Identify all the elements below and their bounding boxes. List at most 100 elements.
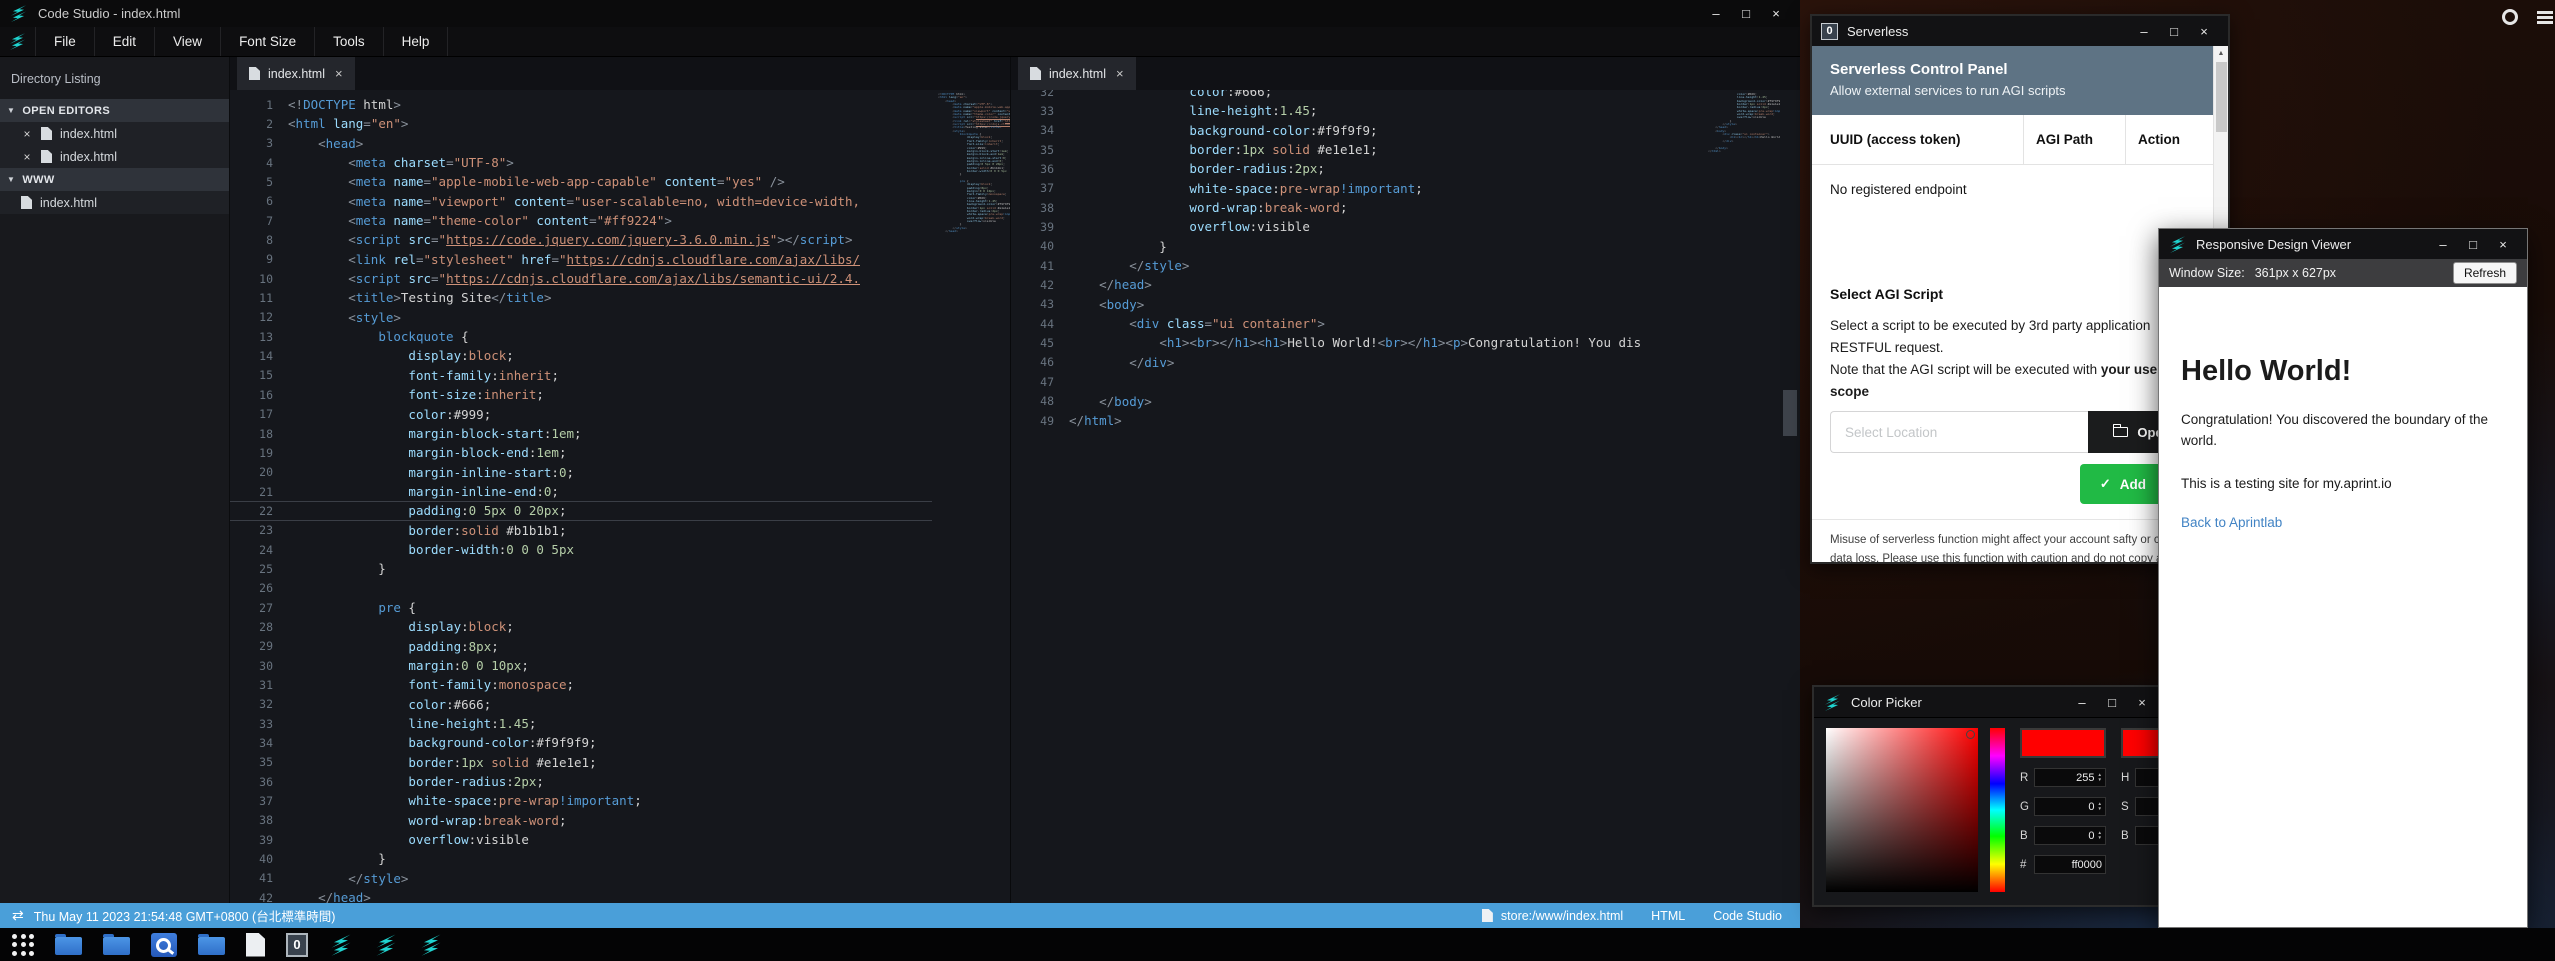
code-line[interactable]: 11 <title>Testing Site</title> (230, 288, 932, 307)
hex-field[interactable]: #ff0000 (2020, 855, 2106, 874)
code-line[interactable]: 46 </div> (1011, 353, 1702, 372)
code-line[interactable]: 49</html> (1011, 411, 1702, 430)
folder-icon[interactable] (198, 937, 225, 955)
code-line[interactable]: 39 overflow:visible (230, 830, 932, 849)
maximize-icon[interactable]: □ (2458, 237, 2488, 252)
code-line[interactable]: 38 word-wrap:break-word; (230, 811, 932, 830)
hue-slider[interactable] (1990, 728, 2005, 892)
code-line[interactable]: 3 <head> (230, 134, 932, 153)
minimap[interactable]: color:#666; line-height:1.45; background… (1702, 90, 1780, 903)
g-stepper[interactable]: G0▲▼ (2020, 797, 2106, 816)
sidebar-item-index-html[interactable]: ×index.html (0, 145, 229, 168)
status-language[interactable]: HTML (1651, 909, 1685, 923)
code-line[interactable]: 1<!DOCTYPE html> (230, 95, 932, 114)
sidebar-item-index-html[interactable]: ×index.html (0, 122, 229, 145)
tab-close-icon[interactable]: × (1116, 66, 1124, 81)
code-line[interactable]: 30 margin:0 0 10px; (230, 656, 932, 675)
sidebar-item-index-html[interactable]: index.html (0, 191, 229, 214)
tab-index-html[interactable]: index.html × (1018, 57, 1136, 90)
menu-tools[interactable]: Tools (315, 27, 384, 56)
code-line[interactable]: 41 </style> (1011, 256, 1702, 275)
hamburger-menu-icon[interactable] (2537, 11, 2553, 24)
menu-font-size[interactable]: Font Size (221, 27, 315, 56)
spinner-icon[interactable]: ▲▼ (2098, 773, 2102, 782)
folder-icon[interactable] (103, 937, 130, 955)
scrollbar-thumb[interactable] (2216, 62, 2227, 132)
close-icon[interactable]: × (2189, 24, 2219, 39)
code-line[interactable]: 28 display:block; (230, 617, 932, 636)
code-line[interactable]: 12 <style> (230, 308, 932, 327)
media-player-icon[interactable] (151, 933, 177, 957)
close-icon[interactable]: × (21, 127, 33, 141)
code-line[interactable]: 41 </style> (230, 869, 932, 888)
code-line[interactable]: 13 blockquote { (230, 327, 932, 346)
loader-circle-icon[interactable] (2502, 9, 2518, 25)
code-line[interactable]: 24 border-width:0 0 0 5px (230, 540, 932, 559)
maximize-icon[interactable]: □ (2159, 24, 2189, 39)
code-line[interactable]: 29 padding:8px; (230, 637, 932, 656)
code-line[interactable]: 42 </head> (1011, 275, 1702, 294)
code-line[interactable]: 48 </body> (1011, 392, 1702, 411)
code-line[interactable]: 23 border:solid #b1b1b1; (230, 521, 932, 540)
spinner-icon[interactable]: ▲▼ (2098, 802, 2102, 811)
code-line[interactable]: 47 (1011, 372, 1702, 391)
menu-view[interactable]: View (155, 27, 221, 56)
menu-edit[interactable]: Edit (95, 27, 155, 56)
minimize-icon[interactable]: – (2129, 24, 2159, 39)
code-line[interactable]: 36 border-radius:2px; (230, 772, 932, 791)
tab-index-html[interactable]: index.html × (237, 57, 355, 90)
code-line[interactable]: 38 word-wrap:break-word; (1011, 198, 1702, 217)
text-file-icon[interactable] (246, 933, 265, 957)
close-icon[interactable]: × (2127, 695, 2157, 710)
scrollbar[interactable] (1780, 90, 1800, 903)
saturation-gradient[interactable] (1826, 728, 1978, 892)
sidebar-section-www[interactable]: ▼WWW (0, 168, 229, 191)
code-studio-icon[interactable] (374, 933, 398, 957)
code-line[interactable]: 9 <link rel="stylesheet" href="https://c… (230, 250, 932, 269)
code-line[interactable]: 2<html lang="en"> (230, 114, 932, 133)
code-line[interactable]: 25 } (230, 559, 932, 578)
minimize-icon[interactable]: – (1701, 6, 1731, 21)
color-swatch[interactable] (2020, 728, 2106, 758)
code-line[interactable]: 32 color:#666; (1011, 90, 1702, 101)
gradient-marker[interactable] (1966, 730, 1975, 739)
code-line[interactable]: 42 </head> (230, 888, 932, 903)
code-editor[interactable]: 32 color:#666;33 line-height:1.45;34 bac… (1011, 90, 1702, 903)
minimize-icon[interactable]: – (2067, 695, 2097, 710)
close-icon[interactable]: × (1761, 6, 1791, 21)
code-line[interactable]: 44 <div class="ui container"> (1011, 314, 1702, 333)
sync-icon[interactable]: ⇄ (12, 907, 24, 924)
code-line[interactable]: 4 <meta charset="UTF-8"> (230, 153, 932, 172)
code-editor[interactable]: 1<!DOCTYPE html>2<html lang="en">3 <head… (230, 90, 932, 903)
code-line[interactable]: 36 border-radius:2px; (1011, 159, 1702, 178)
maximize-icon[interactable]: □ (2097, 695, 2127, 710)
code-line[interactable]: 39 overflow:visible (1011, 217, 1702, 236)
menu-file[interactable]: File (36, 27, 95, 56)
minimize-icon[interactable]: – (2428, 237, 2458, 252)
code-line[interactable]: 5 <meta name="apple-mobile-web-app-capab… (230, 172, 932, 191)
scrollbar-thumb[interactable] (1783, 390, 1797, 436)
tab-close-icon[interactable]: × (335, 66, 343, 81)
sidebar-section-open-editors[interactable]: ▼OPEN EDITORS (0, 99, 229, 122)
folder-icon[interactable] (55, 937, 82, 955)
code-line[interactable]: 33 line-height:1.45; (1011, 101, 1702, 120)
status-file-path[interactable]: store:/www/index.html (1501, 909, 1623, 923)
code-line[interactable]: 40 } (230, 849, 932, 868)
code-line[interactable]: 16 font-size:inherit; (230, 385, 932, 404)
code-line[interactable]: 26 (230, 579, 932, 598)
code-line[interactable]: 43 <body> (1011, 295, 1702, 314)
code-line[interactable]: 45 <h1><br></h1><h1>Hello World!<br></h1… (1011, 333, 1702, 352)
spinner-icon[interactable]: ▲▼ (2098, 831, 2102, 840)
code-studio-icon[interactable] (419, 933, 443, 957)
code-line[interactable]: 21 margin-inline-end:0; (230, 482, 932, 501)
code-line[interactable]: 19 margin-block-end:1em; (230, 443, 932, 462)
apps-grid-icon[interactable] (12, 934, 34, 956)
code-line[interactable]: 15 font-family:inherit; (230, 366, 932, 385)
code-line[interactable]: 10 <script src="https://cdnjs.cloudflare… (230, 269, 932, 288)
code-line[interactable]: 34 background-color:#f9f9f9; (230, 733, 932, 752)
code-line[interactable]: 8 <script src="https://code.jquery.com/j… (230, 230, 932, 249)
code-studio-icon[interactable] (329, 933, 353, 957)
code-line[interactable]: 35 border:1px solid #e1e1e1; (1011, 140, 1702, 159)
code-line[interactable]: 6 <meta name="viewport" content="user-sc… (230, 192, 932, 211)
code-line[interactable]: 20 margin-inline-start:0; (230, 463, 932, 482)
